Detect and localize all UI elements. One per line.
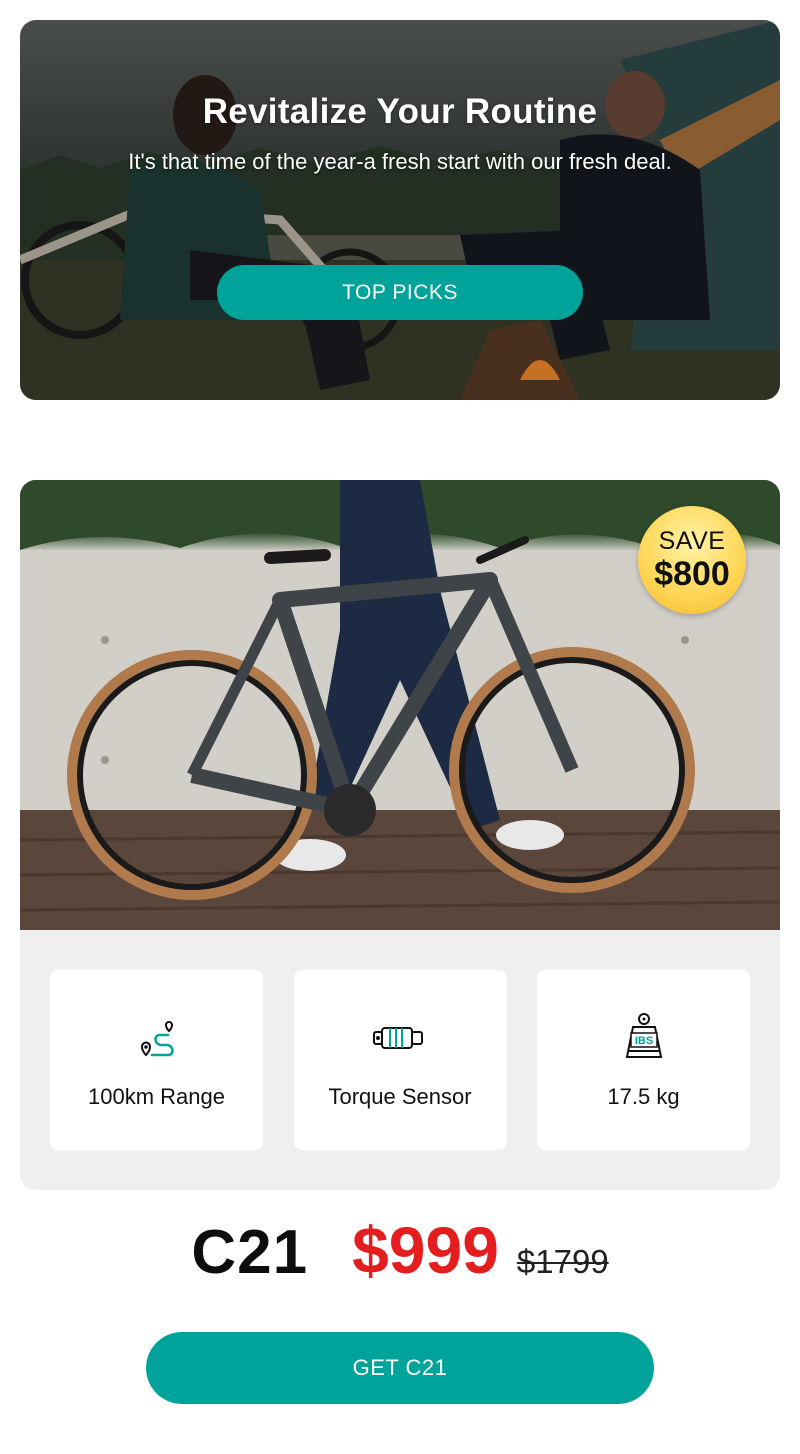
route-pin-icon <box>127 1008 187 1068</box>
feature-torque: Torque Sensor <box>293 970 507 1150</box>
get-c21-button[interactable]: GET C21 <box>146 1332 654 1404</box>
weight-icon: IBS <box>614 1008 674 1068</box>
product-image[interactable]: SAVE $800 <box>20 480 780 930</box>
feature-range: 100km Range <box>50 970 263 1150</box>
top-picks-button[interactable]: TOP PICKS <box>217 265 583 320</box>
feature-weight-label: 17.5 kg <box>607 1084 680 1109</box>
hero-subtitle: It's that time of the year-a fresh start… <box>128 149 672 174</box>
feature-list: 100km Range Torque Sensor IBS 17.5 kg <box>50 970 750 1150</box>
feature-range-label: 100km Range <box>88 1084 225 1109</box>
sale-price: $999 <box>352 1213 499 1287</box>
weight-icon-text: IBS <box>634 1035 652 1047</box>
price-row: C21 $999 $1799 <box>0 1212 800 1292</box>
original-price: $1799 <box>516 1243 609 1280</box>
save-badge-label: SAVE <box>658 527 726 555</box>
save-badge-amount: $800 <box>654 555 730 593</box>
torque-sensor-icon <box>370 1008 430 1068</box>
hero-banner: Revitalize Your Routine It's that time o… <box>20 20 780 400</box>
model-name: C21 <box>191 1218 309 1287</box>
hero-overlay <box>20 20 780 400</box>
save-badge: SAVE $800 <box>638 506 746 614</box>
product-card: SAVE $800 100km Range Torque Sensor IBS … <box>20 480 780 1190</box>
hero-title: Revitalize Your Routine <box>202 92 598 131</box>
feature-torque-label: Torque Sensor <box>328 1084 472 1109</box>
feature-weight: IBS 17.5 kg <box>537 970 750 1150</box>
